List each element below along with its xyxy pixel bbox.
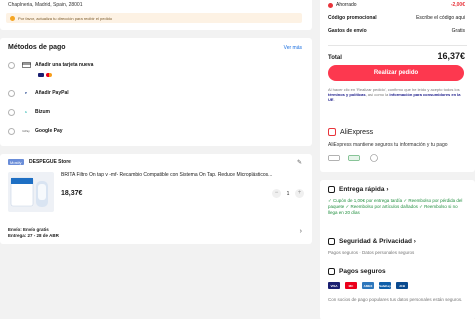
security-label: Seguridad & Privacidad: [339, 238, 412, 245]
product-price: 18,37€: [61, 190, 83, 197]
safe-payments-label: Pagos seguros: [339, 268, 386, 275]
trust-card: AliExpress AliExpress mantiene seguros t…: [320, 122, 475, 172]
total-label: Total: [328, 55, 342, 61]
saved-icon: [328, 2, 333, 8]
credit-card-icon: [21, 62, 31, 68]
secure-badge-icon: [348, 154, 360, 161]
payment-option-label: Añadir una tarjeta nueva: [35, 62, 94, 68]
mastercard-logo: MC: [345, 282, 357, 289]
divider: [328, 45, 467, 46]
payment-option-bizum[interactable]: b Bizum: [8, 107, 50, 117]
terms-text: Al hacer clic en 'Realizar pedido', conf…: [328, 87, 466, 103]
saved-label: Ahorrado: [336, 2, 357, 8]
delivery-date: Entrega: 27 - 28 de ABR: [8, 233, 59, 238]
paypal-icon: P: [24, 91, 27, 95]
fast-delivery-title[interactable]: Entrega rápida ›: [328, 186, 389, 193]
trust-title: AliExpress: [328, 128, 373, 136]
trust-title-text: AliExpress: [340, 128, 374, 136]
shipping-info: Envío: Envío gratis: [8, 227, 49, 232]
safekey-logo: SafeKey: [379, 282, 391, 289]
product-image[interactable]: [8, 172, 54, 212]
jcb-logo: JCB: [396, 282, 408, 289]
truck-icon: [328, 186, 335, 193]
mastercard-icon: [46, 73, 52, 77]
safe-payments-title: Pagos seguros: [328, 268, 386, 275]
bizum-icon: b: [25, 110, 27, 114]
payment-logos: VISA MC AMEX SafeKey JCB: [328, 282, 413, 289]
payment-option-label: Google Pay: [35, 128, 63, 134]
saved-row: Ahorrado -2,00€: [328, 2, 465, 8]
quantity-value[interactable]: 1: [281, 191, 295, 197]
store-name[interactable]: DESPEGUE Store: [29, 159, 71, 165]
security-title[interactable]: Seguridad & Privacidad ›: [328, 238, 416, 245]
privacy-badge-icon: [368, 153, 380, 162]
product-title[interactable]: BRITA Filtro On tap v -mf- Recambio Comp…: [61, 172, 301, 178]
visa-icon: [38, 73, 44, 77]
payment-option-label: Bizum: [35, 109, 50, 115]
pci-badge-icon: [328, 154, 340, 161]
radio-button[interactable]: [8, 61, 15, 69]
warning-icon: [10, 15, 15, 21]
payment-title: Métodos de pago: [8, 44, 66, 51]
promo-row[interactable]: Código promocional Escribe el código aqu…: [328, 15, 465, 21]
payment-lock-icon: [328, 268, 335, 275]
address-warning-text: Por favor, actualiza tu dirección para r…: [18, 15, 113, 21]
chevron-right-icon[interactable]: ›: [300, 228, 302, 235]
payment-methods-card: Métodos de pago Ver más Añadir una tarje…: [0, 38, 312, 146]
address-text: Chaplneria, Madrid, Spain, 28001: [8, 2, 83, 8]
address-card: Chaplneria, Madrid, Spain, 28001 Por fav…: [0, 0, 312, 30]
total-value: 16,37€: [437, 51, 465, 61]
radio-button[interactable]: [8, 127, 15, 135]
shipping-label: Gastos de envío: [328, 28, 367, 34]
promo-input[interactable]: Escribe el código aqui: [416, 15, 465, 21]
decrease-button[interactable]: −: [272, 189, 281, 198]
lock-icon: [328, 238, 335, 245]
amex-logo: AMEX: [362, 282, 374, 289]
order-summary-card: Ahorrado -2,00€ Código promocional Escri…: [320, 0, 475, 140]
quantity-stepper: − 1 +: [272, 189, 304, 198]
safe-payments-description: Con socios de pago populares tus datos p…: [328, 297, 463, 302]
radio-button[interactable]: [8, 108, 15, 116]
see-more-link[interactable]: Ver más: [284, 45, 302, 51]
visa-logo: VISA: [328, 282, 340, 289]
payment-option-paypal[interactable]: P Añadir PayPal: [8, 88, 69, 98]
radio-button[interactable]: [8, 89, 15, 97]
store-card: Mostly DESPEGUE Store ✎ BRITA Filtro On …: [0, 154, 312, 244]
security-description: Pagos seguros · Datos personales seguros: [328, 250, 415, 255]
payment-option-google-pay[interactable]: GPay Google Pay: [8, 126, 63, 136]
place-order-button[interactable]: Realizar pedido: [328, 65, 464, 81]
fast-delivery-label: Entrega rápida: [339, 186, 385, 193]
terms-mid: , así como la: [365, 92, 390, 98]
card-brand-icons: [38, 73, 54, 77]
payment-option-card[interactable]: Añadir una tarjeta nueva: [8, 60, 93, 70]
address-warning[interactable]: Por favor, actualiza tu dirección para r…: [6, 13, 302, 23]
increase-button[interactable]: +: [295, 189, 304, 198]
promo-label: Código promocional: [328, 15, 377, 21]
shipping-row: Gastos de envío Gratis: [328, 28, 465, 34]
shipping-value[interactable]: Gratis: [452, 28, 465, 34]
google-pay-icon: GPay: [22, 129, 30, 133]
edit-icon[interactable]: ✎: [297, 159, 302, 166]
store-badge: Mostly: [8, 159, 24, 165]
shield-icon: [328, 128, 336, 136]
benefits-card: Entrega rápida › ✓ Cupón de 1,00€ por en…: [320, 180, 475, 319]
trust-description: AliExpress mantiene seguros tu informaci…: [328, 142, 448, 148]
saved-value: -2,00€: [450, 2, 465, 8]
terms-suffix: .: [333, 97, 335, 103]
fast-delivery-description: ✓ Cupón de 1,00€ por entrega tardía ✓ Re…: [328, 198, 463, 215]
total-row: Total 16,37€: [328, 51, 465, 61]
trust-badges: [328, 153, 388, 162]
payment-option-label: Añadir PayPal: [35, 90, 69, 96]
